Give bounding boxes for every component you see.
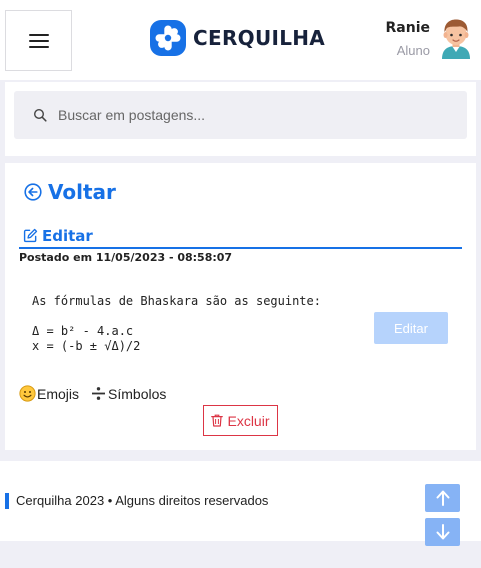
menu-icon: [29, 34, 49, 36]
posted-date: Postado em 11/05/2023 - 08:58:07: [19, 251, 233, 264]
arrow-up-icon: [436, 490, 449, 506]
edit-square-icon: [23, 228, 38, 243]
menu-button[interactable]: [5, 10, 72, 71]
emojis-button[interactable]: Emojis: [19, 385, 79, 402]
app-header: CERQUILHA Ranie Aluno: [0, 0, 481, 80]
symbols-label: Símbolos: [108, 385, 167, 402]
save-edit-button[interactable]: Editar: [374, 312, 448, 344]
trash-icon: [211, 414, 224, 427]
user-role: Aluno: [396, 43, 430, 58]
avatar[interactable]: [438, 17, 474, 59]
emojis-label: Emojis: [37, 385, 80, 402]
emoji-smile-icon: [19, 385, 36, 402]
content-line: As fórmulas de Bhaskara são as seguinte:: [32, 294, 321, 308]
delete-label: Excluir: [227, 412, 270, 429]
search-box[interactable]: [14, 91, 467, 139]
content-line: x = (-b ± √Δ)/2: [32, 339, 141, 353]
menu-icon: [29, 46, 49, 48]
symbols-button[interactable]: Símbolos: [90, 385, 166, 402]
footer-text: Cerquilha 2023 • Alguns direitos reserva…: [16, 493, 269, 508]
delete-button[interactable]: Excluir: [203, 405, 278, 436]
scroll-down-button[interactable]: [425, 518, 460, 546]
tab-edit[interactable]: Editar: [19, 224, 462, 249]
post-content[interactable]: As fórmulas de Bhaskara são as seguinte:…: [32, 294, 362, 354]
divide-icon: [92, 387, 106, 400]
content-line: [32, 309, 362, 324]
footer-accent-bar: [5, 493, 9, 509]
user-name[interactable]: Ranie: [386, 20, 431, 36]
search-card: [5, 82, 476, 156]
footer: Cerquilha 2023 • Alguns direitos reserva…: [0, 461, 481, 546]
search-input[interactable]: [58, 91, 458, 139]
content-line: Δ = b² - 4.a.c: [32, 324, 134, 338]
tab-edit-label: Editar: [42, 226, 93, 245]
post-card: Voltar Editar Postado em 11/05/2023 - 08…: [5, 163, 476, 450]
scroll-up-button[interactable]: [425, 484, 460, 512]
menu-icon: [29, 40, 49, 42]
arrow-left-circle-icon: [24, 183, 42, 201]
back-button[interactable]: Voltar: [24, 180, 116, 204]
arrow-down-icon: [436, 524, 449, 540]
brand-name: CERQUILHA: [193, 26, 326, 50]
cerquilha-logo-icon: [150, 20, 186, 56]
search-icon: [33, 108, 47, 122]
back-label: Voltar: [48, 180, 116, 204]
brand[interactable]: CERQUILHA: [150, 19, 325, 57]
editor-tools: Emojis Símbolos: [19, 385, 177, 402]
